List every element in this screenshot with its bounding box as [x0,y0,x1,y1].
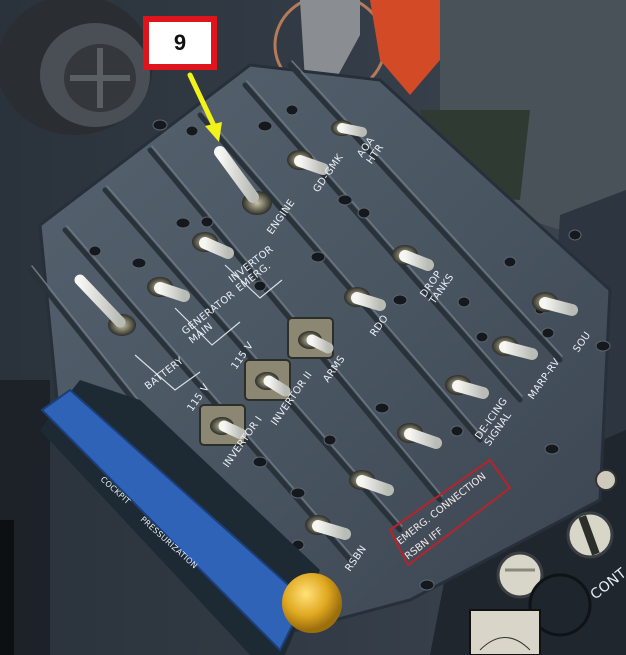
callout-badge: 9 [143,16,217,70]
cockpit-view: BATTERY GENERATORMAIN INVERTOREMERG. 115… [0,0,626,655]
toggle-inverter-2[interactable] [244,359,291,401]
yellow-knob[interactable] [282,573,342,633]
cockpit-scene: BATTERY GENERATORMAIN INVERTOREMERG. 115… [0,0,626,655]
air-vent [0,0,153,135]
toggle-arms[interactable] [287,317,334,359]
